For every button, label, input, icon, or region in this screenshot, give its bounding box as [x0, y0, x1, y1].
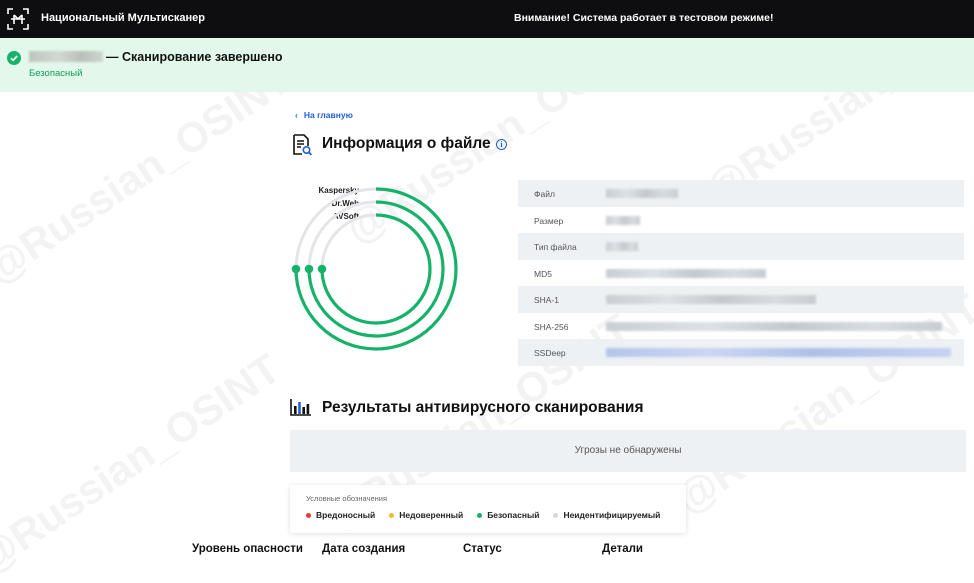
legend-label: Безопасный	[487, 510, 540, 520]
detail-row-sha256: SHA-256	[518, 313, 964, 340]
detail-label: MD5	[534, 268, 552, 279]
ring-marker-kaspersky	[291, 264, 301, 274]
legend-label: Неидентифицируемый	[563, 510, 661, 520]
bar-chart-icon	[290, 399, 311, 416]
column-header-severity[interactable]: Уровень опасности	[192, 543, 303, 555]
test-mode-warning: Внимание! Система работает в тестовом ре…	[514, 12, 774, 24]
detail-row-size: Размер	[518, 207, 964, 234]
chevron-left-icon: ‹	[295, 110, 298, 120]
scan-results-heading: Результаты антивирусного сканирования	[322, 399, 644, 416]
scan-status-text: — Сканирование завершено	[106, 50, 283, 64]
ring-marker-avsoft	[317, 264, 327, 274]
engine-rings-chart	[291, 187, 458, 351]
gray-dot-icon	[553, 512, 559, 518]
legend-label: Недоверенный	[399, 510, 464, 520]
column-header-created[interactable]: Дата создания	[322, 543, 405, 555]
legend-title: Условные обозначения	[306, 494, 388, 503]
redacted-value	[606, 295, 816, 304]
verdict-label: Безопасный	[29, 68, 83, 79]
column-header-status[interactable]: Статус	[463, 543, 502, 555]
detail-row-file: Файл	[518, 180, 964, 207]
file-info-heading: Информация о файле	[322, 135, 491, 152]
multiscanner-logo[interactable]	[6, 7, 30, 31]
legend-item-safe: Безопасный	[477, 510, 539, 520]
legend-item-unidentified: Неидентифицируемый	[553, 510, 660, 520]
detail-label: SHA-1	[534, 295, 560, 305]
redacted-file-name	[29, 51, 103, 62]
legend-label: Вредоносный	[316, 510, 376, 520]
detail-row-md5: MD5	[518, 260, 964, 287]
detail-row-sha1: SHA-1	[518, 286, 964, 313]
red-dot-icon	[306, 512, 311, 518]
green-dot-icon	[477, 512, 483, 518]
file-search-icon	[293, 134, 313, 156]
redacted-value	[606, 268, 766, 278]
detail-label: SSDeep	[534, 348, 566, 358]
redacted-value	[606, 242, 638, 251]
detail-label: Тип файла	[534, 242, 577, 252]
detail-row-ssdeep: SSDeep	[518, 339, 964, 366]
detail-label: Размер	[534, 215, 564, 226]
redacted-value	[606, 189, 678, 198]
top-bar: Национальный Мультисканер Внимание! Сист…	[0, 0, 974, 38]
file-details-table: Файл Размер Тип файла MD5 SHA-1 SHA-256 …	[518, 180, 964, 366]
redacted-value	[606, 321, 942, 331]
legend-item-malicious: Вредоносный	[306, 510, 375, 520]
column-header-details[interactable]: Детали	[602, 543, 643, 555]
redacted-value	[606, 348, 951, 357]
back-link-label: На главную	[303, 110, 353, 120]
detail-row-type: Тип файла	[518, 233, 964, 260]
app-title: Национальный Мультисканер	[41, 12, 205, 24]
no-threats-message: Угрозы не обнаружены	[290, 430, 966, 472]
redacted-value	[606, 215, 640, 225]
ring-marker-drweb	[304, 264, 314, 274]
yellow-dot-icon	[389, 512, 395, 518]
scan-status-banner: — Сканирование завершено Безопасный	[0, 38, 974, 92]
detail-label: SHA-256	[534, 321, 569, 332]
detail-label: Файл	[534, 189, 555, 199]
check-circle-icon	[7, 51, 21, 65]
legend-panel: Условные обозначения Вредоносный Недовер…	[290, 485, 686, 533]
back-to-home-link[interactable]: ‹ На главную	[295, 110, 353, 120]
info-icon[interactable]: i	[496, 139, 507, 150]
legend-item-untrusted: Недоверенный	[389, 510, 463, 520]
